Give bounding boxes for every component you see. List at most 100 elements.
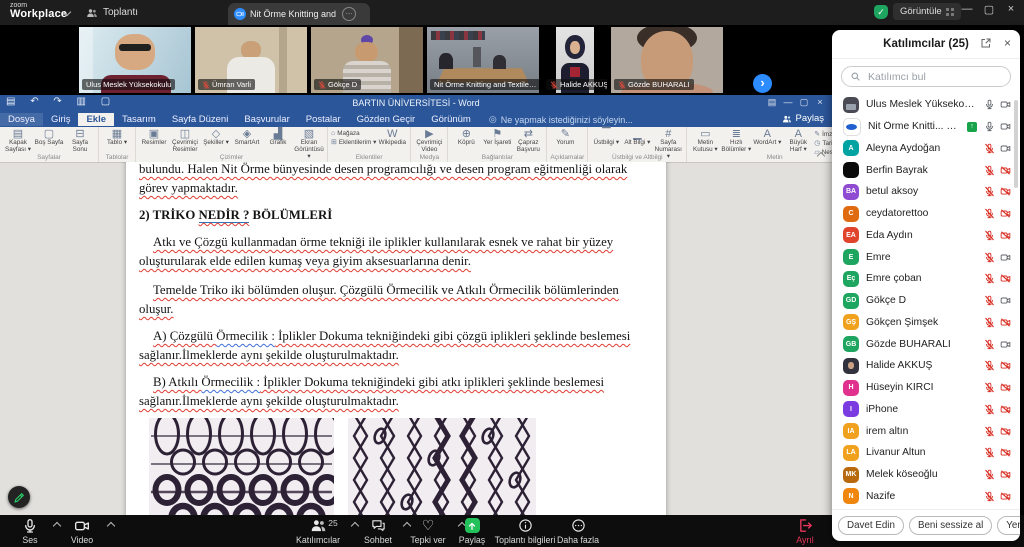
muted-mic-icon[interactable] [984, 339, 995, 350]
camera-off-icon[interactable] [1000, 165, 1011, 176]
popout-icon[interactable] [980, 37, 992, 49]
ribbon-button-metin-kutusu[interactable]: ▭Metin Kutusu ▾ [690, 128, 720, 154]
maximize-button[interactable]: ▢ [980, 3, 998, 16]
ribbon-button-yer-i̇şareti[interactable]: ⚑Yer İşareti [482, 128, 512, 147]
word-close-button[interactable]: × [812, 97, 828, 107]
word-restore-button[interactable]: ▢ [796, 97, 812, 108]
muted-mic-icon[interactable] [984, 426, 995, 437]
muted-mic-icon[interactable] [984, 143, 995, 154]
reclaim-host-button[interactable]: Yeniden oturum sahibi o [997, 516, 1020, 535]
ribbon-button-sayfa-sonu[interactable]: ⊟Sayfa Sonu [65, 128, 95, 154]
participant-row[interactable]: Ulus Meslek Yüksekokulu (Ben) [832, 94, 1020, 116]
camera-icon[interactable] [1000, 252, 1011, 263]
participant-row[interactable]: EAEda Aydın [832, 225, 1020, 247]
camera-icon[interactable] [1000, 121, 1011, 132]
camera-icon[interactable] [1000, 339, 1011, 350]
word-minimize-button[interactable]: — [780, 97, 796, 107]
ribbon-button-resimler[interactable]: ▣Resimler [139, 128, 169, 147]
video-tile-gokce[interactable]: Gökçe D [311, 27, 423, 93]
muted-mic-icon[interactable] [984, 404, 995, 415]
muted-mic-icon[interactable] [984, 382, 995, 393]
tab-options-icon[interactable]: … [342, 7, 356, 21]
tab-meetings[interactable]: Toplantı [86, 4, 138, 21]
camera-off-icon[interactable] [1000, 491, 1011, 502]
ribbon-button-üstbilgi[interactable]: ▔Üstbilgi ▾ [591, 128, 621, 147]
muted-mic-icon[interactable] [984, 317, 995, 328]
camera-off-icon[interactable] [1000, 447, 1011, 458]
video-options-icon[interactable] [107, 522, 115, 530]
participant-row[interactable]: Nit Örme Knitti... (Oturum Sahibi)↑ [832, 116, 1020, 138]
ribbon-button-çevrimiçi-video[interactable]: ▶Çevrimiçi Video [414, 128, 444, 154]
ribbon-button-yorum[interactable]: ✎Yorum [550, 128, 580, 147]
ribbon-button-köprü[interactable]: ⊕Köprü [451, 128, 481, 147]
invite-button[interactable]: Davet Edin [838, 516, 904, 535]
ribbon-button-boş-sayfa[interactable]: ▢Boş Sayfa [34, 128, 64, 147]
participant-row[interactable]: GBGözde BUHARALI [832, 333, 1020, 355]
participant-row[interactable]: EçEmre çoban [832, 268, 1020, 290]
ribbon-button-wordart[interactable]: AWordArt ▾ [752, 128, 782, 147]
next-videos-button[interactable]: › [753, 74, 772, 93]
react-button[interactable]: ♡ Tepki ver [401, 517, 455, 545]
ribbon-button-çapraz-başvuru[interactable]: ⇄Çapraz Başvuru [513, 128, 543, 154]
participant-row[interactable]: Berfin Bayrak [832, 159, 1020, 181]
camera-off-icon[interactable] [1000, 426, 1011, 437]
ribbon-button-eklentilerim[interactable]: ⊞Eklentilerim ▾ [331, 138, 376, 146]
ribbon-button-hızlı-bölümler[interactable]: ≣Hızlı Bölümler ▾ [721, 128, 751, 154]
ribbon-button-smartart[interactable]: ◈SmartArt [232, 128, 262, 147]
video-button[interactable]: Video [60, 517, 104, 545]
annotate-button[interactable] [8, 486, 30, 508]
muted-mic-icon[interactable] [984, 447, 995, 458]
video-tile-gozde[interactable]: Gözde BUHARALI [611, 27, 723, 93]
word-tab-dosya[interactable]: Dosya [0, 113, 43, 126]
ribbon-button-wikipedia[interactable]: WWikipedia [377, 128, 407, 147]
muted-mic-icon[interactable] [984, 491, 995, 502]
participant-row[interactable]: MKMelek köseoğlu [832, 464, 1020, 486]
tab-active-meeting[interactable]: Nit Örme Knitting and Textile Ind … [228, 3, 370, 25]
camera-off-icon[interactable] [1000, 230, 1011, 241]
participant-row[interactable]: Halide AKKUŞ [832, 355, 1020, 377]
word-tab-postalar[interactable]: Postalar [298, 113, 349, 126]
participant-row[interactable]: GDGökçe D [832, 290, 1020, 312]
ribbon-button-şekiller[interactable]: ◇Şekiller ▾ [201, 128, 231, 147]
camera-off-icon[interactable] [1000, 404, 1011, 415]
chat-button[interactable]: Sohbet [355, 517, 401, 545]
muted-mic-icon[interactable] [984, 208, 995, 219]
camera-off-icon[interactable] [1000, 469, 1011, 480]
camera-icon[interactable] [1000, 295, 1011, 306]
ribbon-button-çevrimiçi-resimler[interactable]: ◫Çevrimiçi Resimler [170, 128, 200, 154]
muted-mic-icon[interactable] [984, 295, 995, 306]
participant-row[interactable]: BAbetul aksoy [832, 181, 1020, 203]
camera-off-icon[interactable] [1000, 382, 1011, 393]
camera-off-icon[interactable] [1000, 186, 1011, 197]
minimize-button[interactable]: — [958, 3, 976, 15]
video-tile-umran[interactable]: Ümran Varli [195, 27, 307, 93]
word-tab-tasarım[interactable]: Tasarım [114, 113, 164, 126]
close-button[interactable]: × [1002, 3, 1020, 15]
tell-me-search[interactable]: ◎ Ne yapmak istediğinizi söyleyin... [489, 114, 633, 125]
video-tile-halide[interactable]: Halide AKKUŞ [543, 27, 607, 93]
participant-row[interactable]: LALivanur Altun [832, 442, 1020, 464]
word-tab-giriş[interactable]: Giriş [43, 113, 79, 126]
camera-off-icon[interactable] [1000, 360, 1011, 371]
participant-row[interactable]: EEmre [832, 246, 1020, 268]
word-tab-sayfa-düzeni[interactable]: Sayfa Düzeni [164, 113, 237, 126]
word-share-button[interactable]: Paylaş [782, 113, 824, 124]
mic-icon[interactable] [984, 121, 995, 132]
document-page[interactable]: bulundu. Halen Nit Örme bünyesinde desen… [126, 162, 666, 547]
ribbon-button-büyük-harf[interactable]: ABüyük Harf ▾ [783, 128, 813, 154]
participant-row[interactable]: GŞGökçen Şimşek [832, 312, 1020, 334]
participant-row[interactable]: Cceydatorettoo [832, 203, 1020, 225]
video-tile-nit[interactable]: Nit Örme Knitting and Textile Ind... [427, 27, 539, 93]
word-tab-başvurular[interactable]: Başvurular [236, 113, 297, 126]
view-button[interactable]: Görüntüle [893, 3, 961, 20]
participant-row[interactable]: IAirem altın [832, 420, 1020, 442]
mute-me-button[interactable]: Beni sessize al [909, 516, 992, 535]
camera-off-icon[interactable] [1000, 317, 1011, 328]
camera-off-icon[interactable] [1000, 208, 1011, 219]
muted-mic-icon[interactable] [984, 360, 995, 371]
muted-mic-icon[interactable] [984, 186, 995, 197]
word-tab-gözden-geçir[interactable]: Gözden Geçir [349, 113, 424, 126]
camera-off-icon[interactable] [1000, 273, 1011, 284]
word-tab-ekle[interactable]: Ekle [78, 113, 114, 126]
leave-button[interactable]: Ayrıl [780, 517, 830, 545]
